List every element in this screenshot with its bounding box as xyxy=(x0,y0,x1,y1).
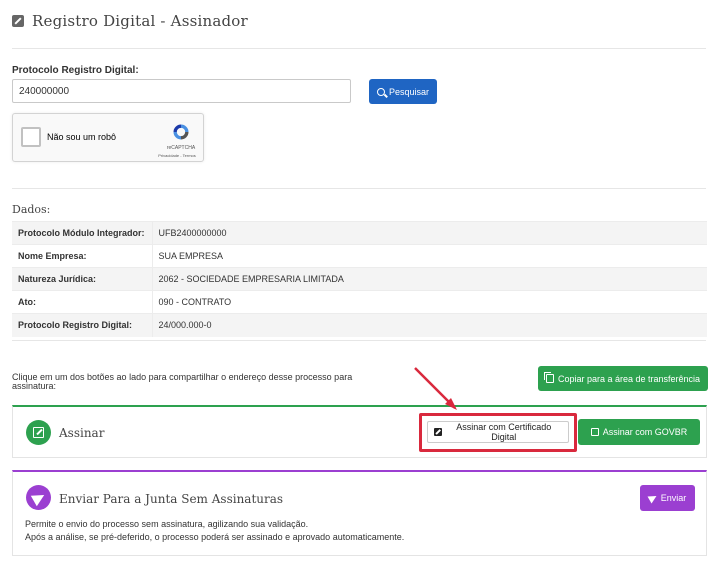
edit-square-icon xyxy=(12,15,24,27)
enviar-panel: Enviar Para a Junta Sem Assinaturas Envi… xyxy=(12,470,707,556)
sign-with-govbr-button[interactable]: Assinar com GOVBR xyxy=(578,419,700,445)
sign-with-certificate-button[interactable]: Assinar com Certificado Digital xyxy=(427,421,569,443)
table-row: Nome Empresa: SUA EMPRESA xyxy=(12,244,707,268)
row-key: Natureza Jurídica: xyxy=(12,267,153,291)
divider xyxy=(12,340,706,341)
row-key: Ato: xyxy=(12,290,153,314)
row-value: SUA EMPRESA xyxy=(152,244,707,268)
dados-table: Protocolo Módulo Integrador: UFB24000000… xyxy=(12,221,707,337)
recaptcha-widget: Não sou um robô reCAPTCHA Privacidade - … xyxy=(12,113,204,162)
govbr-button-label: Assinar com GOVBR xyxy=(602,427,688,437)
enviar-circle-icon xyxy=(26,485,51,510)
protocol-label: Protocolo Registro Digital: xyxy=(12,65,139,76)
annotation-arrow-icon xyxy=(414,367,457,410)
enviar-description-line: Permite o envio do processo sem assinatu… xyxy=(25,519,309,529)
copy-to-clipboard-button[interactable]: Copiar para a área de transferência xyxy=(538,366,708,391)
row-value: UFB2400000000 xyxy=(152,221,707,245)
cert-button-label: Assinar com Certificado Digital xyxy=(456,422,552,442)
table-row: Ato: 090 - CONTRATO xyxy=(12,290,707,314)
recaptcha-links[interactable]: Privacidade - Termos xyxy=(149,153,205,158)
row-value: 090 - CONTRATO xyxy=(152,290,707,314)
send-button-label: Enviar xyxy=(660,493,687,503)
enviar-description: Permite o envio do processo sem assinatu… xyxy=(25,518,404,544)
search-button[interactable]: Pesquisar xyxy=(369,79,437,104)
recaptcha-checkbox[interactable] xyxy=(21,127,41,147)
highlight-box: Assinar com Certificado Digital xyxy=(419,413,577,452)
protocol-input[interactable] xyxy=(12,79,351,103)
dados-title: Dados: xyxy=(12,203,51,216)
send-button[interactable]: Enviar xyxy=(640,485,695,511)
enviar-title: Enviar Para a Junta Sem Assinaturas xyxy=(59,492,284,506)
recaptcha-brand: reCAPTCHA xyxy=(166,145,196,151)
table-row: Protocolo Módulo Integrador: UFB24000000… xyxy=(12,221,707,245)
share-instructions: Clique em um dos botões ao lado para com… xyxy=(12,372,353,391)
search-icon xyxy=(376,87,385,96)
assinar-circle-icon xyxy=(26,420,51,445)
search-button-label: Pesquisar xyxy=(388,86,430,97)
divider xyxy=(12,188,706,189)
row-value: 24/000.000-0 xyxy=(152,313,707,337)
copy-icon xyxy=(543,372,554,383)
copy-button-label: Copiar para a área de transferência xyxy=(557,373,701,384)
recaptcha-logo-icon xyxy=(173,124,189,140)
edit-icon xyxy=(590,428,599,436)
edit-icon xyxy=(33,427,44,438)
page-title: Registro Digital - Assinador xyxy=(32,12,248,30)
table-row: Natureza Jurídica: 2062 - SOCIEDADE EMPR… xyxy=(12,267,707,291)
assinar-panel: Assinar Assinar com Certificado Digital … xyxy=(12,405,707,458)
row-key: Protocolo Registro Digital: xyxy=(12,313,153,337)
row-value: 2062 - SOCIEDADE EMPRESARIA LIMITADA xyxy=(152,267,707,291)
recaptcha-label: Não sou um robô xyxy=(47,132,117,142)
assinar-title: Assinar xyxy=(59,426,105,440)
paper-plane-icon xyxy=(647,492,659,504)
row-key: Protocolo Módulo Integrador: xyxy=(12,221,153,245)
paper-plane-icon xyxy=(30,489,47,506)
table-row: Protocolo Registro Digital: 24/000.000-0 xyxy=(12,313,707,337)
enviar-description-line: Após a análise, se pré-deferido, o proce… xyxy=(25,532,405,542)
edit-icon xyxy=(434,428,442,436)
divider xyxy=(12,48,706,49)
row-key: Nome Empresa: xyxy=(12,244,153,268)
page-header: Registro Digital - Assinador xyxy=(12,12,248,30)
